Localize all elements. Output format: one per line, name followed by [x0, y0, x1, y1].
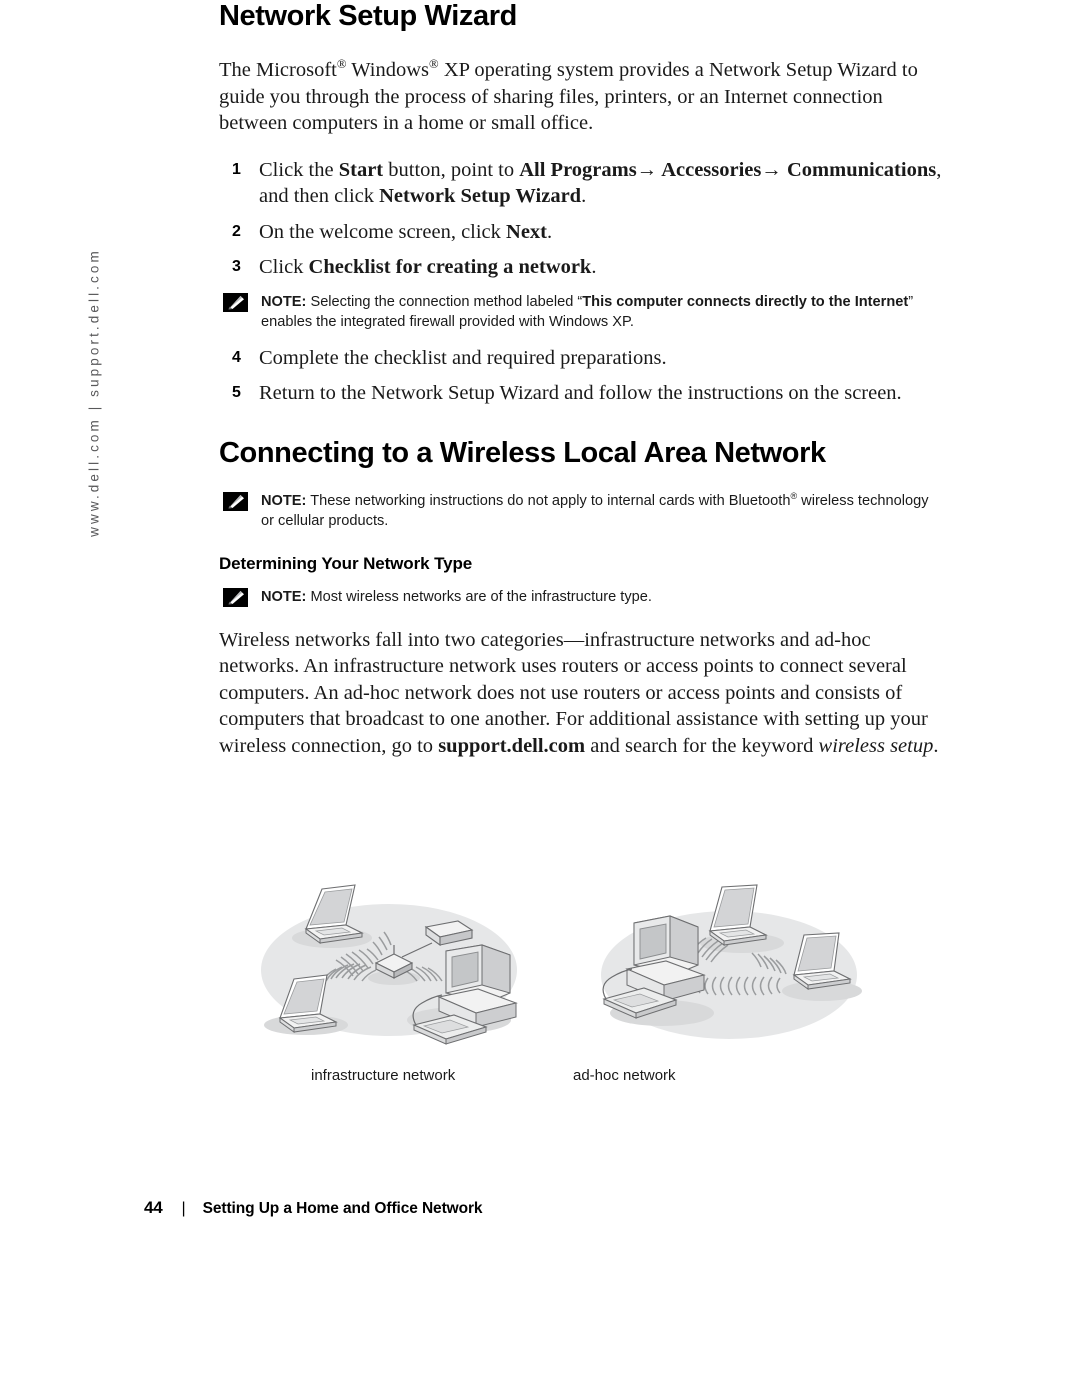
sidebar-rail: www.dell.com | support.dell.com	[0, 0, 150, 1397]
note-label: NOTE:	[261, 588, 307, 605]
pencil-note-icon	[223, 491, 248, 511]
step-item: 3 Click Checklist for creating a network.	[219, 254, 944, 281]
footer-separator: |	[181, 1200, 186, 1217]
intro-paragraph: The Microsoft® Windows® XP operating sys…	[219, 57, 944, 137]
document-page: www.dell.com | support.dell.com Network …	[0, 0, 1080, 1397]
step-bold-text: Checklist for creating a network	[308, 256, 592, 278]
wireless-body-text-3: .	[933, 734, 939, 757]
step-bold-text: Start	[338, 158, 384, 181]
step-text: .	[547, 220, 553, 243]
wireless-body-paragraph: Wireless networks fall into two categori…	[219, 627, 944, 760]
note-label: NOTE:	[261, 293, 307, 310]
figures-area: infrastructure network ad-hoc network	[219, 875, 959, 1100]
step-number: 2	[232, 222, 241, 240]
note-text: Most wireless networks are of the infras…	[306, 588, 652, 605]
step-item: 5 Return to the Network Setup Wizard and …	[219, 380, 944, 407]
figure-adhoc-network: ad-hoc network	[573, 883, 864, 1084]
pencil-note-icon	[223, 292, 248, 312]
note-label: NOTE:	[261, 492, 307, 509]
note-callout-firewall: NOTE: Selecting the connection method la…	[219, 292, 944, 332]
steps-list-bottom: 4 Complete the checklist and required pre…	[219, 345, 944, 407]
note-callout-bluetooth: NOTE: These networking instructions do n…	[219, 491, 944, 531]
step-number: 1	[232, 160, 241, 178]
step-number: 3	[232, 258, 241, 275]
pencil-note-icon	[223, 587, 248, 607]
section-heading-network-setup-wizard: Network Setup Wizard	[219, 0, 517, 32]
intro-text-2: Windows	[346, 59, 430, 81]
intro-text-1: The Microsoft	[219, 59, 337, 81]
note-callout-infrastructure: NOTE: Most wireless networks are of the …	[219, 587, 944, 607]
step-number: 4	[232, 348, 241, 366]
step-number: 5	[232, 384, 241, 401]
step-item: 4 Complete the checklist and required pre…	[219, 345, 944, 372]
step-text: Click	[259, 256, 309, 278]
page-footer: 44 | Setting Up a Home and Office Networ…	[144, 1198, 483, 1218]
figure-caption-adhoc: ad-hoc network	[573, 1067, 676, 1084]
step-item: 2 On the welcome screen, click Next.	[219, 219, 944, 246]
note-bold-text: This computer connects directly to the I…	[582, 293, 909, 310]
sidebar-url-text: www.dell.com | support.dell.com	[86, 248, 102, 537]
step-bold-text: Network Setup Wizard	[379, 185, 582, 207]
figure-caption-infrastructure: infrastructure network	[311, 1067, 456, 1084]
support-url-text: support.dell.com	[438, 734, 586, 757]
step-item: 1 Click the Start button, point to All Pr…	[219, 157, 944, 210]
note-text-1: These networking instructions do not app…	[306, 492, 791, 509]
step-text: Complete the checklist and required prep…	[259, 346, 667, 369]
footer-page-number: 44	[144, 1198, 163, 1217]
steps-list-top: 1 Click the Start button, point to All Pr…	[219, 157, 944, 281]
step-text: On the welcome screen, click	[259, 220, 507, 243]
note-text-1: Selecting the connection method labeled …	[306, 293, 583, 310]
footer-chapter-title: Setting Up a Home and Office Network	[202, 1200, 483, 1217]
registered-mark-icon: ®	[336, 57, 347, 72]
step-bold-text: All Programs→ Accessories→ Communication…	[519, 158, 937, 181]
keyword-italic-text: wireless setup	[818, 734, 934, 757]
section-heading-wireless-lan: Connecting to a Wireless Local Area Netw…	[219, 436, 826, 469]
step-text: Click the	[259, 158, 339, 181]
step-text: button, point to	[383, 158, 520, 181]
figure-infrastructure-network: infrastructure network	[254, 875, 524, 1084]
subheading-determining-network-type: Determining Your Network Type	[219, 553, 473, 573]
step-text: Return to the Network Setup Wizard and f…	[259, 382, 902, 404]
step-text: .	[591, 256, 597, 278]
content-column: Network Setup Wizard The Microsoft® Wind…	[219, 0, 944, 759]
wireless-body-text-2: and search for the keyword	[585, 734, 819, 757]
step-text: .	[581, 185, 587, 207]
step-bold-text: Next	[506, 220, 548, 243]
registered-mark-icon: ®	[429, 57, 439, 72]
